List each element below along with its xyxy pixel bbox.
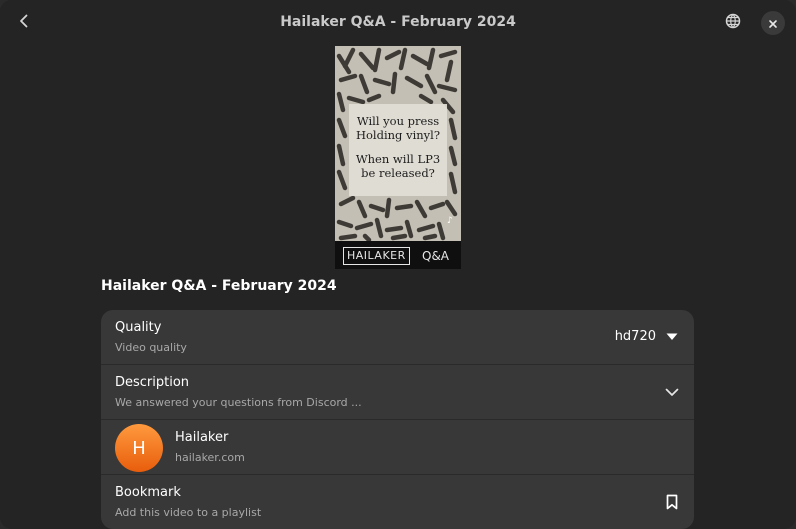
bookmark-title: Bookmark xyxy=(115,485,181,500)
details-list: Quality Video quality hd720 Description … xyxy=(101,310,694,529)
open-in-browser-button[interactable] xyxy=(717,7,749,39)
thumbnail-caption-card: Will you press Holding vinyl? When will … xyxy=(349,104,447,196)
quality-row[interactable]: Quality Video quality hd720 xyxy=(101,310,694,365)
thumbnail-text-line: Will you press xyxy=(356,114,440,128)
bookmark-icon[interactable] xyxy=(664,493,680,511)
window-title: Hailaker Q&A - February 2024 xyxy=(280,14,516,30)
brand-logo: HAILAKER xyxy=(343,247,410,265)
globe-icon xyxy=(725,13,741,33)
close-button[interactable] xyxy=(761,11,785,35)
chevron-down-icon[interactable] xyxy=(664,384,680,400)
brand-suffix: Q&A xyxy=(422,249,450,263)
thumbnail-footer: HAILAKER Q&A xyxy=(335,241,461,269)
quality-subtitle: Video quality xyxy=(115,341,187,354)
thumbnail-text-line: be released? xyxy=(361,166,435,180)
close-icon xyxy=(768,14,778,33)
video-title: Hailaker Q&A - February 2024 xyxy=(101,278,337,294)
bookmark-subtitle: Add this video to a playlist xyxy=(115,506,262,519)
quality-dropdown-value[interactable]: hd720 xyxy=(615,329,656,344)
description-row[interactable]: Description We answered your questions f… xyxy=(101,365,694,420)
description-subtitle: We answered your questions from Discord … xyxy=(115,396,362,409)
dropdown-arrow-icon[interactable] xyxy=(664,329,680,345)
quality-title: Quality xyxy=(115,320,162,335)
description-title: Description xyxy=(115,375,190,390)
author-name: Hailaker xyxy=(175,430,229,445)
author-row[interactable]: H Hailaker hailaker.com xyxy=(101,420,694,475)
thumbnail-text-line: Holding vinyl? xyxy=(355,128,440,142)
header-bar: Hailaker Q&A - February 2024 xyxy=(0,0,796,46)
author-site: hailaker.com xyxy=(175,451,245,464)
avatar: H xyxy=(115,424,163,472)
thumbnail-text-line: When will LP3 xyxy=(355,152,441,166)
bookmark-row[interactable]: Bookmark Add this video to a playlist xyxy=(101,475,694,529)
platform-watermark-icon: ♪ xyxy=(447,216,453,226)
video-thumbnail[interactable]: Will you press Holding vinyl? When will … xyxy=(335,46,461,269)
app-window: Hailaker Q&A - February 2024 Will you pr… xyxy=(0,0,796,529)
